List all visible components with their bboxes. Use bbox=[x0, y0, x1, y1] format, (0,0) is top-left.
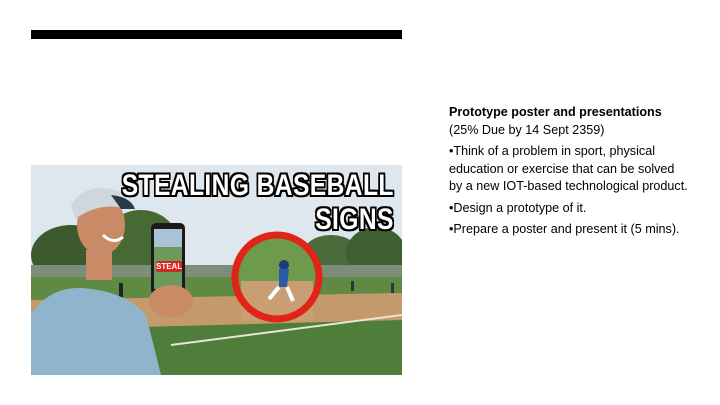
highlight-circle bbox=[231, 231, 323, 323]
baseball-thumbnail-image: STEALING BASEBALL SIGNS STEAL bbox=[31, 165, 402, 375]
headline-line-1: STEALING BASEBALL bbox=[121, 169, 394, 202]
bullet-present: •Prepare a poster and present it (5 mins… bbox=[449, 222, 680, 236]
bullet-problem: •Think of a problem in sport, physical e… bbox=[449, 144, 688, 193]
title-bar-decoration bbox=[31, 30, 402, 39]
headline: STEALING BASEBALL SIGNS bbox=[122, 169, 394, 237]
headline-line-2: SIGNS bbox=[315, 203, 394, 236]
assignment-due: (25% Due by 14 Sept 2359) bbox=[449, 122, 605, 137]
assignment-text: Prototype poster and presentations (25% … bbox=[449, 104, 689, 243]
bullet-design: •Design a prototype of it. bbox=[449, 200, 587, 215]
assignment-title: Prototype poster and presentations bbox=[449, 105, 662, 119]
phone-steal-label: STEAL bbox=[156, 261, 183, 272]
